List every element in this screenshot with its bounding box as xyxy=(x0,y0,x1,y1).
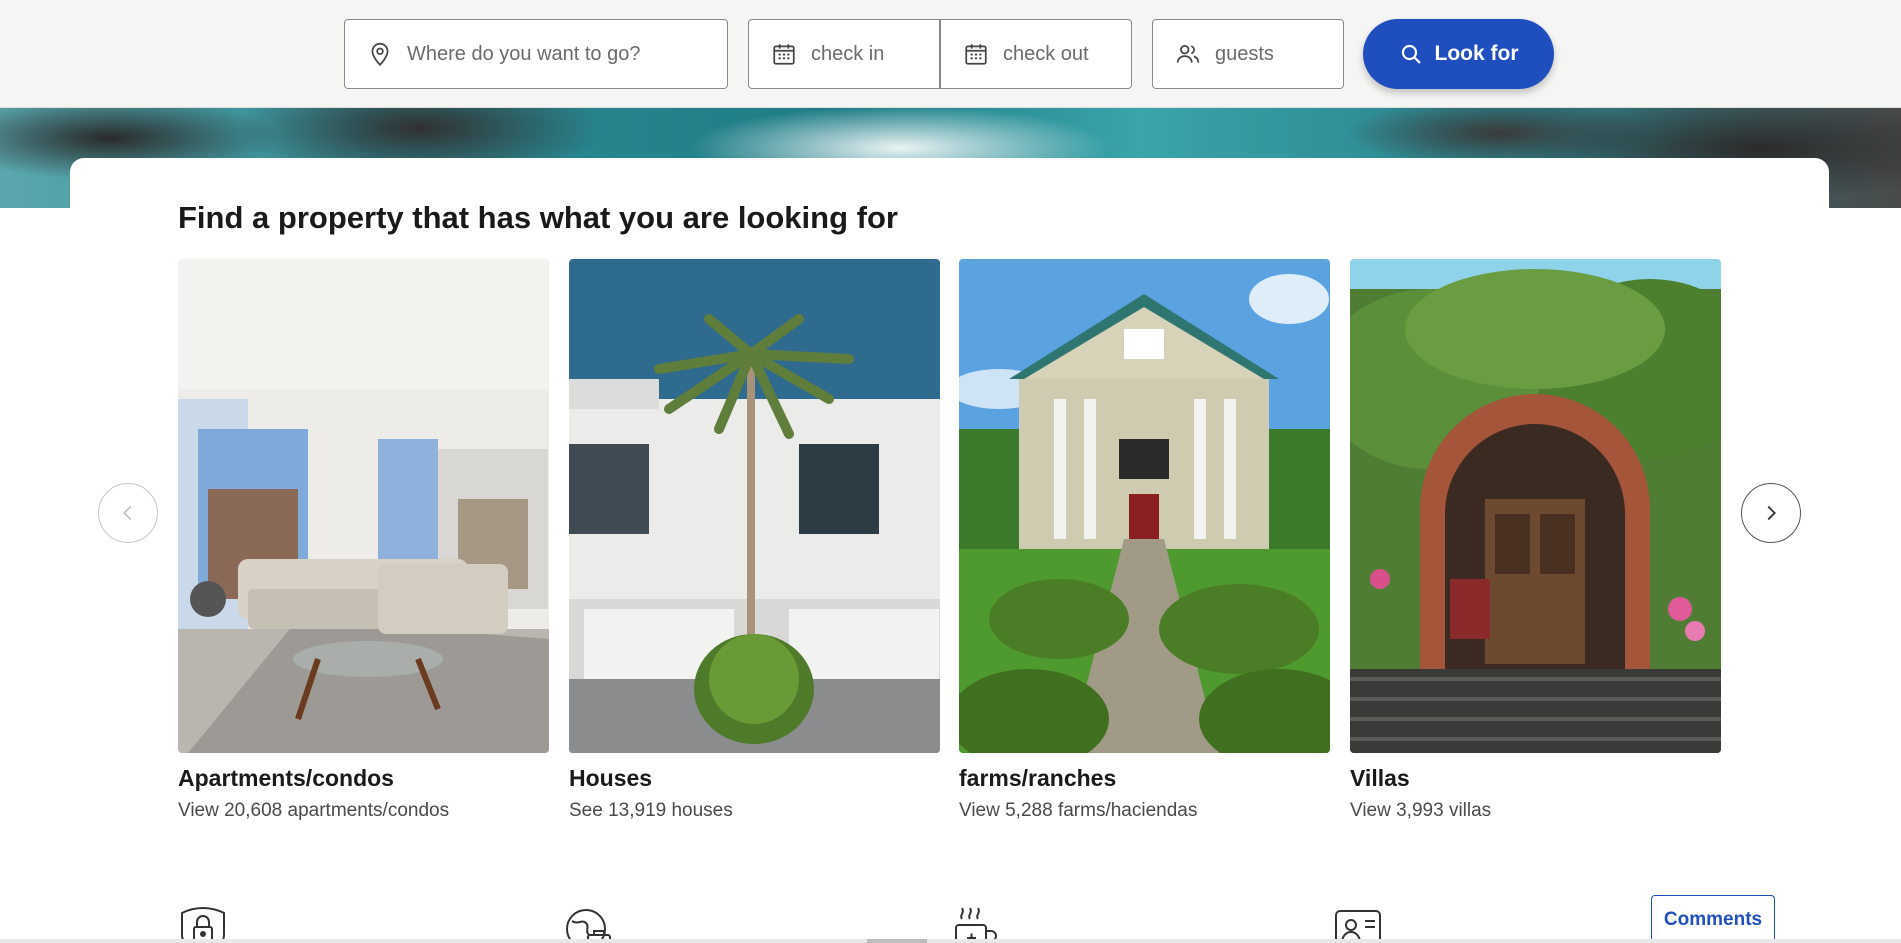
lock-icon xyxy=(178,905,228,943)
category-count-link[interactable]: View 20,608 apartments/condos xyxy=(178,800,549,822)
house-photo[interactable] xyxy=(569,259,940,753)
category-title: Houses xyxy=(569,765,653,791)
category-card-farms[interactable]: farms/ranches View 5,288 farms/haciendas xyxy=(959,259,1330,822)
guests-input[interactable] xyxy=(1215,42,1343,66)
villa-photo[interactable] xyxy=(1350,259,1721,753)
category-title: farms/ranches xyxy=(959,765,1117,791)
search-bar: Look for xyxy=(0,0,1901,108)
farmhouse-photo[interactable] xyxy=(959,259,1330,753)
guests-field[interactable] xyxy=(1152,19,1344,89)
id-card-icon xyxy=(1333,905,1383,943)
calendar-icon xyxy=(963,41,989,67)
category-title: Villas xyxy=(1350,765,1410,791)
category-count-link[interactable]: See 13,919 houses xyxy=(569,800,940,822)
apartment-photo[interactable] xyxy=(178,259,549,753)
users-icon xyxy=(1175,41,1201,67)
hot-cup-icon xyxy=(950,905,1000,943)
category-count-link[interactable]: View 5,288 farms/haciendas xyxy=(959,800,1330,822)
chevron-right-icon xyxy=(1767,505,1776,521)
destination-field[interactable] xyxy=(344,19,728,89)
category-count-link[interactable]: View 3,993 villas xyxy=(1350,800,1721,822)
carousel-prev-button[interactable] xyxy=(98,483,158,543)
category-card-houses[interactable]: Houses See 13,919 houses xyxy=(569,259,940,822)
checkin-input[interactable] xyxy=(811,42,939,66)
category-card-villas[interactable]: Villas View 3,993 villas xyxy=(1350,259,1721,822)
location-pin-icon xyxy=(367,41,393,67)
globe-suitcase-icon xyxy=(564,905,614,943)
category-title: Apartments/condos xyxy=(178,765,394,791)
search-submit-button[interactable]: Look for xyxy=(1363,19,1554,89)
section-heading: Find a property that has what you are lo… xyxy=(178,200,898,235)
chevron-left-icon xyxy=(123,505,132,521)
comments-button[interactable]: Comments xyxy=(1651,895,1775,943)
search-icon xyxy=(1401,44,1421,64)
search-submit-label: Look for xyxy=(1434,42,1519,65)
calendar-icon xyxy=(771,41,797,67)
checkout-field[interactable] xyxy=(940,19,1132,89)
category-card-apartments[interactable]: Apartments/condos View 20,608 apartments… xyxy=(178,259,549,822)
checkout-input[interactable] xyxy=(1003,42,1131,66)
scrollbar-thumb[interactable] xyxy=(867,939,927,943)
destination-input[interactable] xyxy=(407,42,727,66)
checkin-field[interactable] xyxy=(748,19,940,89)
carousel-next-button[interactable] xyxy=(1741,483,1801,543)
horizontal-scrollbar[interactable] xyxy=(0,939,1901,943)
